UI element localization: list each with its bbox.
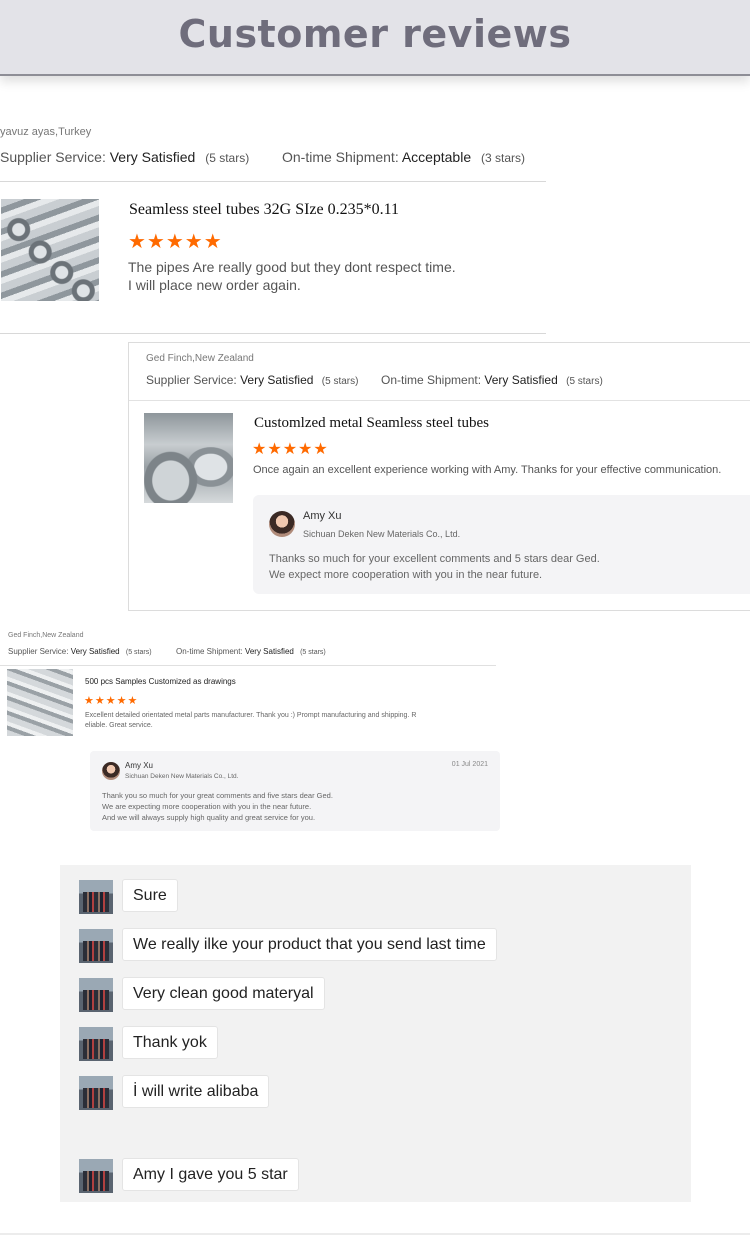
- review-comment: Once again an excellent experience worki…: [253, 464, 722, 476]
- supplier-service-label: Supplier Service:: [0, 149, 106, 165]
- chat-avatar: [79, 929, 113, 963]
- reply-line-2: We are expecting more cooperation with y…: [102, 802, 312, 811]
- seller-avatar: [269, 511, 295, 537]
- review-card-2: Ged Finch,New Zealand Supplier Service: …: [128, 342, 750, 611]
- reply-line-3: And we will always supply high quality a…: [102, 813, 316, 822]
- reply-line-2: We expect more cooperation with you in t…: [269, 569, 543, 581]
- shipment-label: On-time Shipment:: [282, 149, 399, 165]
- review-comment-line-2: eliable. Great service.: [85, 722, 153, 729]
- supplier-service-stars: (5 stars): [125, 649, 152, 656]
- reviewer-name: Ged Finch,New Zealand: [8, 632, 84, 639]
- chat-message: İ will write alibaba: [122, 1075, 270, 1108]
- page-title: Customer reviews: [178, 12, 572, 56]
- shipment-row: On-time Shipment: Very Satisfied (5 star…: [176, 647, 326, 656]
- supplier-service-label: Supplier Service:: [8, 647, 69, 656]
- chat-avatar: [79, 880, 113, 914]
- supplier-service-stars: (5 stars): [321, 376, 359, 387]
- divider: [0, 181, 546, 182]
- chat-avatar: [79, 1027, 113, 1061]
- reviewer-name: yavuz ayas,Turkey: [0, 126, 92, 138]
- divider: [0, 665, 496, 666]
- seller-reply: Amy Xu Sichuan Deken New Materials Co., …: [253, 495, 750, 594]
- shipment-value: Acceptable: [401, 149, 472, 165]
- seller-name: Amy Xu: [125, 761, 154, 770]
- product-image[interactable]: [1, 199, 99, 301]
- seller-name: Amy Xu: [303, 510, 342, 522]
- chat-message: Thank yok: [122, 1026, 218, 1059]
- page-header: Customer reviews: [0, 0, 750, 76]
- chat-panel: Sure We really ilke your product that yo…: [60, 865, 691, 1202]
- supplier-service-row: Supplier Service: Very Satisfied (5 star…: [8, 647, 152, 656]
- product-title[interactable]: 500 pcs Samples Customized as drawings: [85, 677, 236, 686]
- seller-company: Sichuan Deken New Materials Co., Ltd.: [125, 773, 239, 780]
- review-comment-line-1: Excellent detailed orientated metal part…: [85, 712, 417, 719]
- reviewer-name: Ged Finch,New Zealand: [146, 353, 254, 364]
- shipment-value: Very Satisfied: [244, 647, 294, 656]
- seller-company: Sichuan Deken New Materials Co., Ltd.: [303, 529, 461, 539]
- review-comment-line-2: I will place new order again.: [128, 277, 301, 293]
- review-comment-line-1: The pipes Are really good but they dont …: [128, 259, 456, 275]
- reply-line-1: Thanks so much for your excellent commen…: [269, 553, 600, 565]
- supplier-service-label: Supplier Service:: [146, 373, 237, 387]
- chat-avatar: [79, 1159, 113, 1193]
- star-rating: ★★★★★: [128, 231, 223, 253]
- seller-avatar: [102, 762, 120, 780]
- chat-avatar: [79, 1076, 113, 1110]
- seller-reply: Amy Xu Sichuan Deken New Materials Co., …: [90, 751, 500, 831]
- chat-avatar: [79, 978, 113, 1012]
- chat-message: Very clean good materyal: [122, 977, 325, 1010]
- shipment-value: Very Satisfied: [484, 373, 558, 387]
- product-title[interactable]: Seamless steel tubes 32G SIze 0.235*0.11: [129, 201, 399, 219]
- star-rating: ★★★★★: [252, 441, 329, 458]
- shipment-label: On-time Shipment:: [381, 373, 482, 387]
- supplier-service-value: Very Satisfied: [109, 149, 196, 165]
- product-title[interactable]: Customlzed metal Seamless steel tubes: [254, 415, 489, 432]
- shipment-stars: (5 stars): [566, 376, 603, 387]
- product-image[interactable]: [7, 669, 73, 736]
- reply-date: 01 Jul 2021: [451, 761, 488, 768]
- supplier-service-value: Very Satisfied: [70, 647, 120, 656]
- divider: [0, 333, 546, 334]
- bottom-divider: [0, 1233, 750, 1235]
- shipment-stars: (3 stars): [481, 151, 526, 165]
- supplier-service-row: Supplier Service: Very Satisfied (5 star…: [146, 373, 358, 387]
- shipment-row: On-time Shipment: Very Satisfied (5 star…: [381, 373, 603, 387]
- reply-line-1: Thank you so much for your great comment…: [102, 791, 333, 800]
- chat-message: We really ilke your product that you sen…: [122, 928, 497, 961]
- shipment-row: On-time Shipment: Acceptable (3 stars): [282, 149, 525, 165]
- review-ratings-row: Supplier Service: Very Satisfied (5 star…: [0, 149, 249, 165]
- shipment-stars: (5 stars): [300, 649, 326, 656]
- product-image[interactable]: [144, 413, 233, 503]
- supplier-service-value: Very Satisfied: [240, 373, 314, 387]
- supplier-service-stars: (5 stars): [205, 151, 250, 165]
- star-rating: ★★★★★: [84, 695, 139, 707]
- divider: [129, 400, 750, 401]
- shipment-label: On-time Shipment:: [176, 647, 243, 656]
- chat-message: Sure: [122, 879, 178, 912]
- chat-message: Amy I gave you 5 star: [122, 1158, 299, 1191]
